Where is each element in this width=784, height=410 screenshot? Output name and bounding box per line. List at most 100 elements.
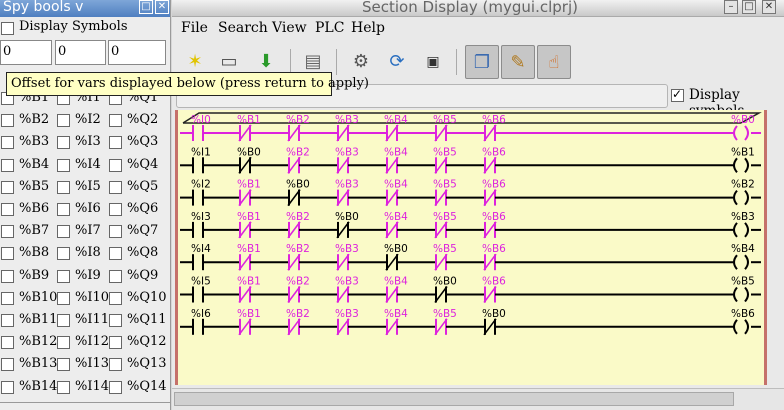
spy-bottom-bar	[0, 402, 170, 410]
offset-b-input[interactable]: 0	[0, 40, 52, 65]
spy-window-title: Spy bools v	[3, 0, 84, 15]
sections-icon[interactable]: ❐	[465, 45, 499, 79]
input-contact-label: %I4	[191, 243, 211, 255]
close-icon[interactable]: ✕	[762, 0, 776, 14]
spy-var-checkbox[interactable]	[1, 136, 14, 150]
input-contact-label: %I6	[191, 308, 211, 320]
section-display-symbols[interactable]: Display symbols	[670, 85, 784, 119]
spy-var-checkbox[interactable]	[109, 358, 122, 372]
menu-plc[interactable]: PLC	[315, 20, 344, 36]
spy-var-checkbox[interactable]	[1, 291, 14, 305]
menu-bar: File Search View PLC Help	[172, 18, 784, 42]
horizontal-scrollbar[interactable]	[172, 388, 784, 410]
menu-view[interactable]: View	[272, 20, 307, 36]
series-contact-label: %B1	[237, 276, 261, 288]
spy-var-checkbox[interactable]	[57, 203, 70, 216]
spy-var-checkbox[interactable]	[1, 247, 14, 261]
spy-var-label: %Q3	[127, 134, 159, 150]
spy-var-label: %B10	[19, 289, 58, 305]
spy-var-row: %B5 %I5 %Q5	[0, 177, 170, 199]
config-gears-icon[interactable]: ⚙	[344, 45, 378, 79]
offset-i-input[interactable]: 0	[55, 40, 106, 65]
spy-var-checkbox[interactable]	[1, 336, 14, 350]
spy-var-checkbox[interactable]	[109, 225, 122, 239]
spy-var-checkbox[interactable]	[57, 380, 70, 394]
scrollbar-thumb[interactable]	[174, 392, 734, 406]
maximize-icon[interactable]: □	[742, 0, 756, 14]
toolbar-separator	[336, 49, 337, 75]
spy-var-checkbox[interactable]	[1, 158, 14, 172]
series-contact-label: %B2	[286, 146, 310, 158]
spy-var-checkbox[interactable]	[1, 314, 14, 327]
spy-var-checkbox[interactable]	[109, 336, 122, 350]
spy-var-checkbox[interactable]	[57, 225, 70, 239]
series-contact-label: %B4	[384, 114, 408, 126]
menu-file[interactable]: File	[181, 20, 208, 36]
spy-var-checkbox[interactable]	[1, 358, 14, 372]
spy-var-checkbox[interactable]	[109, 136, 122, 150]
series-contact-label: %B3	[335, 276, 359, 288]
spy-var-checkbox[interactable]	[109, 269, 122, 283]
spy-var-label: %B2	[19, 112, 50, 128]
spy-var-row: %B14 %I14 %Q14	[0, 377, 170, 399]
spy-var-row: %B11 %I11 %Q11	[0, 310, 170, 332]
io-config-icon[interactable]: ▣	[416, 45, 450, 79]
spy-var-label: %Q10	[127, 289, 167, 305]
spy-var-checkbox[interactable]	[57, 269, 70, 283]
spy-var-checkbox[interactable]	[57, 136, 70, 150]
maximize-icon[interactable]: □	[139, 0, 153, 14]
spy-var-checkbox[interactable]	[109, 314, 122, 327]
spy-var-checkbox[interactable]	[1, 180, 14, 194]
series-contact-label: %B2	[286, 308, 310, 320]
spy-var-checkbox[interactable]	[1, 225, 14, 239]
spy-var-checkbox[interactable]	[109, 203, 122, 216]
output-coil	[744, 157, 749, 173]
spy-var-checkbox[interactable]	[109, 291, 122, 305]
spy-var-label: %B14	[19, 378, 58, 394]
menu-search[interactable]: Search	[218, 20, 268, 36]
spy-var-checkbox[interactable]	[57, 291, 70, 305]
series-contact-label: %B0	[384, 243, 408, 255]
offset-q-input[interactable]: 0	[108, 40, 166, 65]
spy-var-checkbox[interactable]	[57, 158, 70, 172]
spy-var-checkbox[interactable]	[57, 314, 70, 327]
display-symbols-checkbox[interactable]	[671, 87, 684, 102]
spy-display-symbols[interactable]: Display Symbols	[0, 18, 170, 38]
spy-var-checkbox[interactable]	[109, 247, 122, 261]
series-contact-label: %B3	[335, 308, 359, 320]
refresh-icon[interactable]: ⟳	[380, 45, 414, 79]
spy-display-symbols-checkbox[interactable]	[1, 22, 14, 35]
spy-var-label: %I10	[75, 289, 110, 305]
spy-var-checkbox[interactable]	[57, 114, 70, 128]
spy-title-bar[interactable]: Spy bools v □ ✕	[0, 0, 170, 17]
output-coil	[733, 319, 738, 335]
spy-var-checkbox[interactable]	[1, 203, 14, 216]
spy-var-checkbox[interactable]	[57, 247, 70, 261]
spy-var-checkbox[interactable]	[109, 114, 122, 128]
spy-var-row: %B7 %I7 %Q7	[0, 221, 170, 243]
menu-help[interactable]: Help	[351, 20, 385, 36]
spy-var-checkbox[interactable]	[57, 180, 70, 194]
section-title-bar[interactable]: Section Display (mygui.clprj) – □ ✕	[172, 0, 784, 17]
hand-icon[interactable]: ☝	[537, 45, 571, 79]
spy-var-checkbox[interactable]	[1, 114, 14, 128]
spy-var-label: %Q13	[127, 356, 167, 372]
spy-var-checkbox[interactable]	[109, 380, 122, 394]
series-contact-label: %B6	[482, 179, 506, 191]
spy-var-checkbox[interactable]	[57, 358, 70, 372]
spy-var-checkbox[interactable]	[109, 180, 122, 194]
spy-var-label: %B13	[19, 356, 58, 372]
close-icon[interactable]: ✕	[155, 0, 169, 14]
series-contact-label: %B5	[433, 243, 457, 255]
spy-var-checkbox[interactable]	[57, 336, 70, 350]
edit-icon[interactable]: ✎	[501, 45, 535, 79]
output-coil-label: %B1	[731, 146, 755, 158]
spy-var-checkbox[interactable]	[1, 269, 14, 283]
spy-var-checkbox[interactable]	[1, 380, 14, 394]
minimize-icon[interactable]: –	[724, 0, 738, 14]
spy-var-label: %I8	[75, 245, 101, 261]
ladder-diagram[interactable]: %I0 %B1 %B2 %B3 %B4 %B5 %B6 %B0 %I1 %B0 %B2 %B3 %B4%…	[175, 110, 767, 385]
spy-var-label: %I7	[75, 223, 101, 239]
spy-var-label: %B3	[19, 134, 50, 150]
spy-var-checkbox[interactable]	[109, 158, 122, 172]
